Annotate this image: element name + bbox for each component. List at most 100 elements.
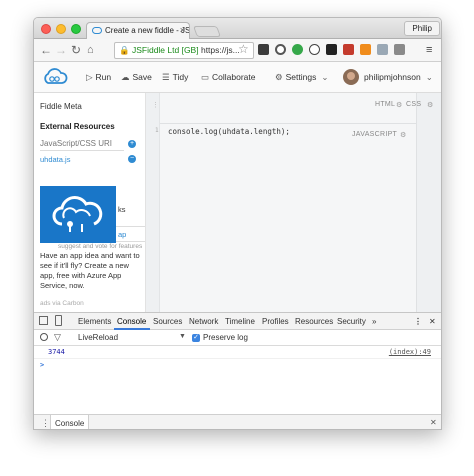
carbon-ad[interactable]: ks ap suggest and vote for features Have… <box>40 186 145 307</box>
context-selector[interactable]: LiveReload <box>78 333 118 342</box>
drag-handle[interactable]: ⋮ <box>152 101 159 109</box>
close-window-button[interactable] <box>41 24 51 34</box>
gear-icon[interactable]: ⚙ <box>400 131 407 139</box>
resource-link[interactable]: uhdata.js <box>40 155 70 164</box>
ad-via-label: ads via Carbon <box>40 300 84 307</box>
maximize-window-button[interactable] <box>71 24 81 34</box>
run-button[interactable]: ▷ Run <box>86 71 111 84</box>
console-drawer: ⋮ Console ✕ <box>34 414 441 429</box>
html-panel-label: HTML <box>375 101 396 108</box>
reload-icon[interactable]: ↻ <box>71 42 81 58</box>
ad-partial-caption: suggest and vote for features <box>58 243 143 250</box>
drawer-tab-console[interactable]: Console <box>50 415 90 429</box>
back-arrow-icon[interactable]: ← <box>40 42 52 58</box>
preserve-log-checkbox[interactable]: ✓ <box>192 334 200 342</box>
tab-timeline[interactable]: Timeline <box>225 316 255 327</box>
ad-text: Have an app idea and want to see if it'l… <box>40 251 140 290</box>
add-resource-icon[interactable]: + <box>128 140 136 148</box>
drawer-menu-icon[interactable]: ⋮ <box>41 418 50 429</box>
tab-console[interactable]: Console <box>117 316 146 327</box>
remove-resource-icon[interactable]: − <box>128 155 136 163</box>
panel-divider[interactable] <box>160 123 416 124</box>
tab-security[interactable]: Security <box>337 316 366 327</box>
close-devtools-icon[interactable]: ✕ <box>429 316 436 327</box>
devtools-tab-bar: Elements Console Sources Network Timelin… <box>34 313 441 330</box>
collaborate-label: Collaborate <box>212 72 256 82</box>
extension-icon-1[interactable] <box>258 44 269 55</box>
dropdown-arrow-icon[interactable]: ▼ <box>179 333 186 340</box>
clear-console-icon[interactable] <box>40 333 48 341</box>
save-button[interactable]: ☁ Save <box>121 71 152 84</box>
collaborate-button[interactable]: ▭ Collaborate <box>201 71 256 84</box>
chevron-down-icon: ⌄ <box>425 72 433 82</box>
tab-resources[interactable]: Resources <box>295 316 333 327</box>
gear-icon[interactable]: ⚙ <box>396 101 403 109</box>
tab-elements[interactable]: Elements <box>78 316 111 327</box>
tab-network[interactable]: Network <box>189 316 218 327</box>
close-drawer-icon[interactable]: ✕ <box>430 418 437 427</box>
settings-button[interactable]: ⚙ Settings ⌄ <box>275 71 328 84</box>
close-tab-icon[interactable]: × <box>180 23 185 38</box>
list-icon: ☰ <box>162 72 170 82</box>
ad-partial-text: ks <box>118 205 126 214</box>
console-toolbar: ▽ LiveReload ▼ ✓ Preserve log <box>34 330 441 346</box>
javascript-panel-label: JAVASCRIPT <box>352 131 398 138</box>
lock-icon: 🔒 <box>119 45 130 55</box>
forward-arrow-icon[interactable]: → <box>55 42 67 58</box>
extension-icon-3[interactable] <box>292 44 303 55</box>
extension-icon-9[interactable] <box>394 44 405 55</box>
devtools-menu-icon[interactable]: ⋮ <box>414 316 422 327</box>
tab-title: Create a new fiddle - JSFid <box>105 26 190 35</box>
tab-profiles[interactable]: Profiles <box>262 316 289 327</box>
azure-cloud-icon <box>52 196 103 232</box>
result-panel[interactable] <box>416 93 441 312</box>
profile-button[interactable]: Philip <box>404 21 440 36</box>
extension-icon-2[interactable] <box>275 44 286 55</box>
chevron-down-icon: ⌄ <box>321 72 329 82</box>
jsfiddle-favicon-icon <box>92 27 102 34</box>
ad-partial-box <box>116 226 145 242</box>
inspect-element-icon[interactable] <box>39 316 48 325</box>
jsfiddle-logo-icon <box>44 68 68 84</box>
browser-tab[interactable]: Create a new fiddle - JSFid × <box>86 22 190 39</box>
extension-icon-8[interactable] <box>377 44 388 55</box>
console-source-link[interactable]: (index):49 <box>389 346 431 359</box>
filter-icon[interactable]: ▽ <box>54 332 61 343</box>
bookmark-star-icon[interactable]: ☆ <box>238 41 249 57</box>
jsfiddle-toolbar: ▷ Run ☁ Save ☰ Tidy ▭ Collaborate ⚙ Settings ⌄… <box>34 62 441 93</box>
fiddle-meta-link[interactable]: Fiddle Meta <box>40 102 82 111</box>
gear-icon[interactable]: ⚙ <box>427 101 434 109</box>
new-tab-button[interactable] <box>192 26 222 37</box>
device-mode-icon[interactable] <box>55 315 62 326</box>
console-message: 3744 (index):49 <box>34 346 441 359</box>
extension-icon-6[interactable] <box>343 44 354 55</box>
sidebar: Fiddle Meta External Resources + uhdata.… <box>34 93 146 312</box>
more-tabs-button[interactable]: » <box>372 316 376 327</box>
title-bar: Create a new fiddle - JSFid × Philip <box>34 18 441 39</box>
console-prompt: > <box>40 361 45 369</box>
extension-icon-5[interactable] <box>326 44 337 55</box>
user-menu[interactable]: philipmjohnson ⌄ <box>364 71 433 84</box>
tidy-label: Tidy <box>172 72 189 82</box>
menu-icon[interactable]: ≡ <box>426 42 432 58</box>
navigation-bar: ← → ↻ ⌂ 🔒 JSFiddle Ltd [GB] https://js..… <box>34 39 441 62</box>
console-input[interactable]: > <box>34 359 441 372</box>
devtools-panel: Elements Console Sources Network Timelin… <box>34 312 441 429</box>
browser-window: Create a new fiddle - JSFid × Philip ← →… <box>33 17 442 430</box>
address-bar[interactable]: 🔒 JSFiddle Ltd [GB] https://js... <box>114 42 254 59</box>
css-panel-label: CSS <box>406 101 422 108</box>
home-icon[interactable]: ⌂ <box>87 42 94 58</box>
resource-url-input[interactable] <box>40 137 124 151</box>
avatar[interactable] <box>343 69 359 85</box>
minimize-window-button[interactable] <box>56 24 66 34</box>
preserve-log-label: Preserve log <box>203 333 248 342</box>
tab-sources[interactable]: Sources <box>153 316 182 327</box>
javascript-code[interactable]: console.log(uhdata.length); <box>168 127 290 136</box>
editor-area[interactable]: ⋮ HTML ⚙ CSS ⚙ 1 console.log(uhdata.leng… <box>146 93 441 312</box>
info-icon[interactable] <box>309 44 320 55</box>
extension-icon-7[interactable] <box>360 44 371 55</box>
tidy-button[interactable]: ☰ Tidy <box>162 71 188 84</box>
editor-gutter <box>146 93 160 312</box>
chat-icon: ▭ <box>201 72 210 82</box>
settings-label: Settings <box>285 72 317 82</box>
